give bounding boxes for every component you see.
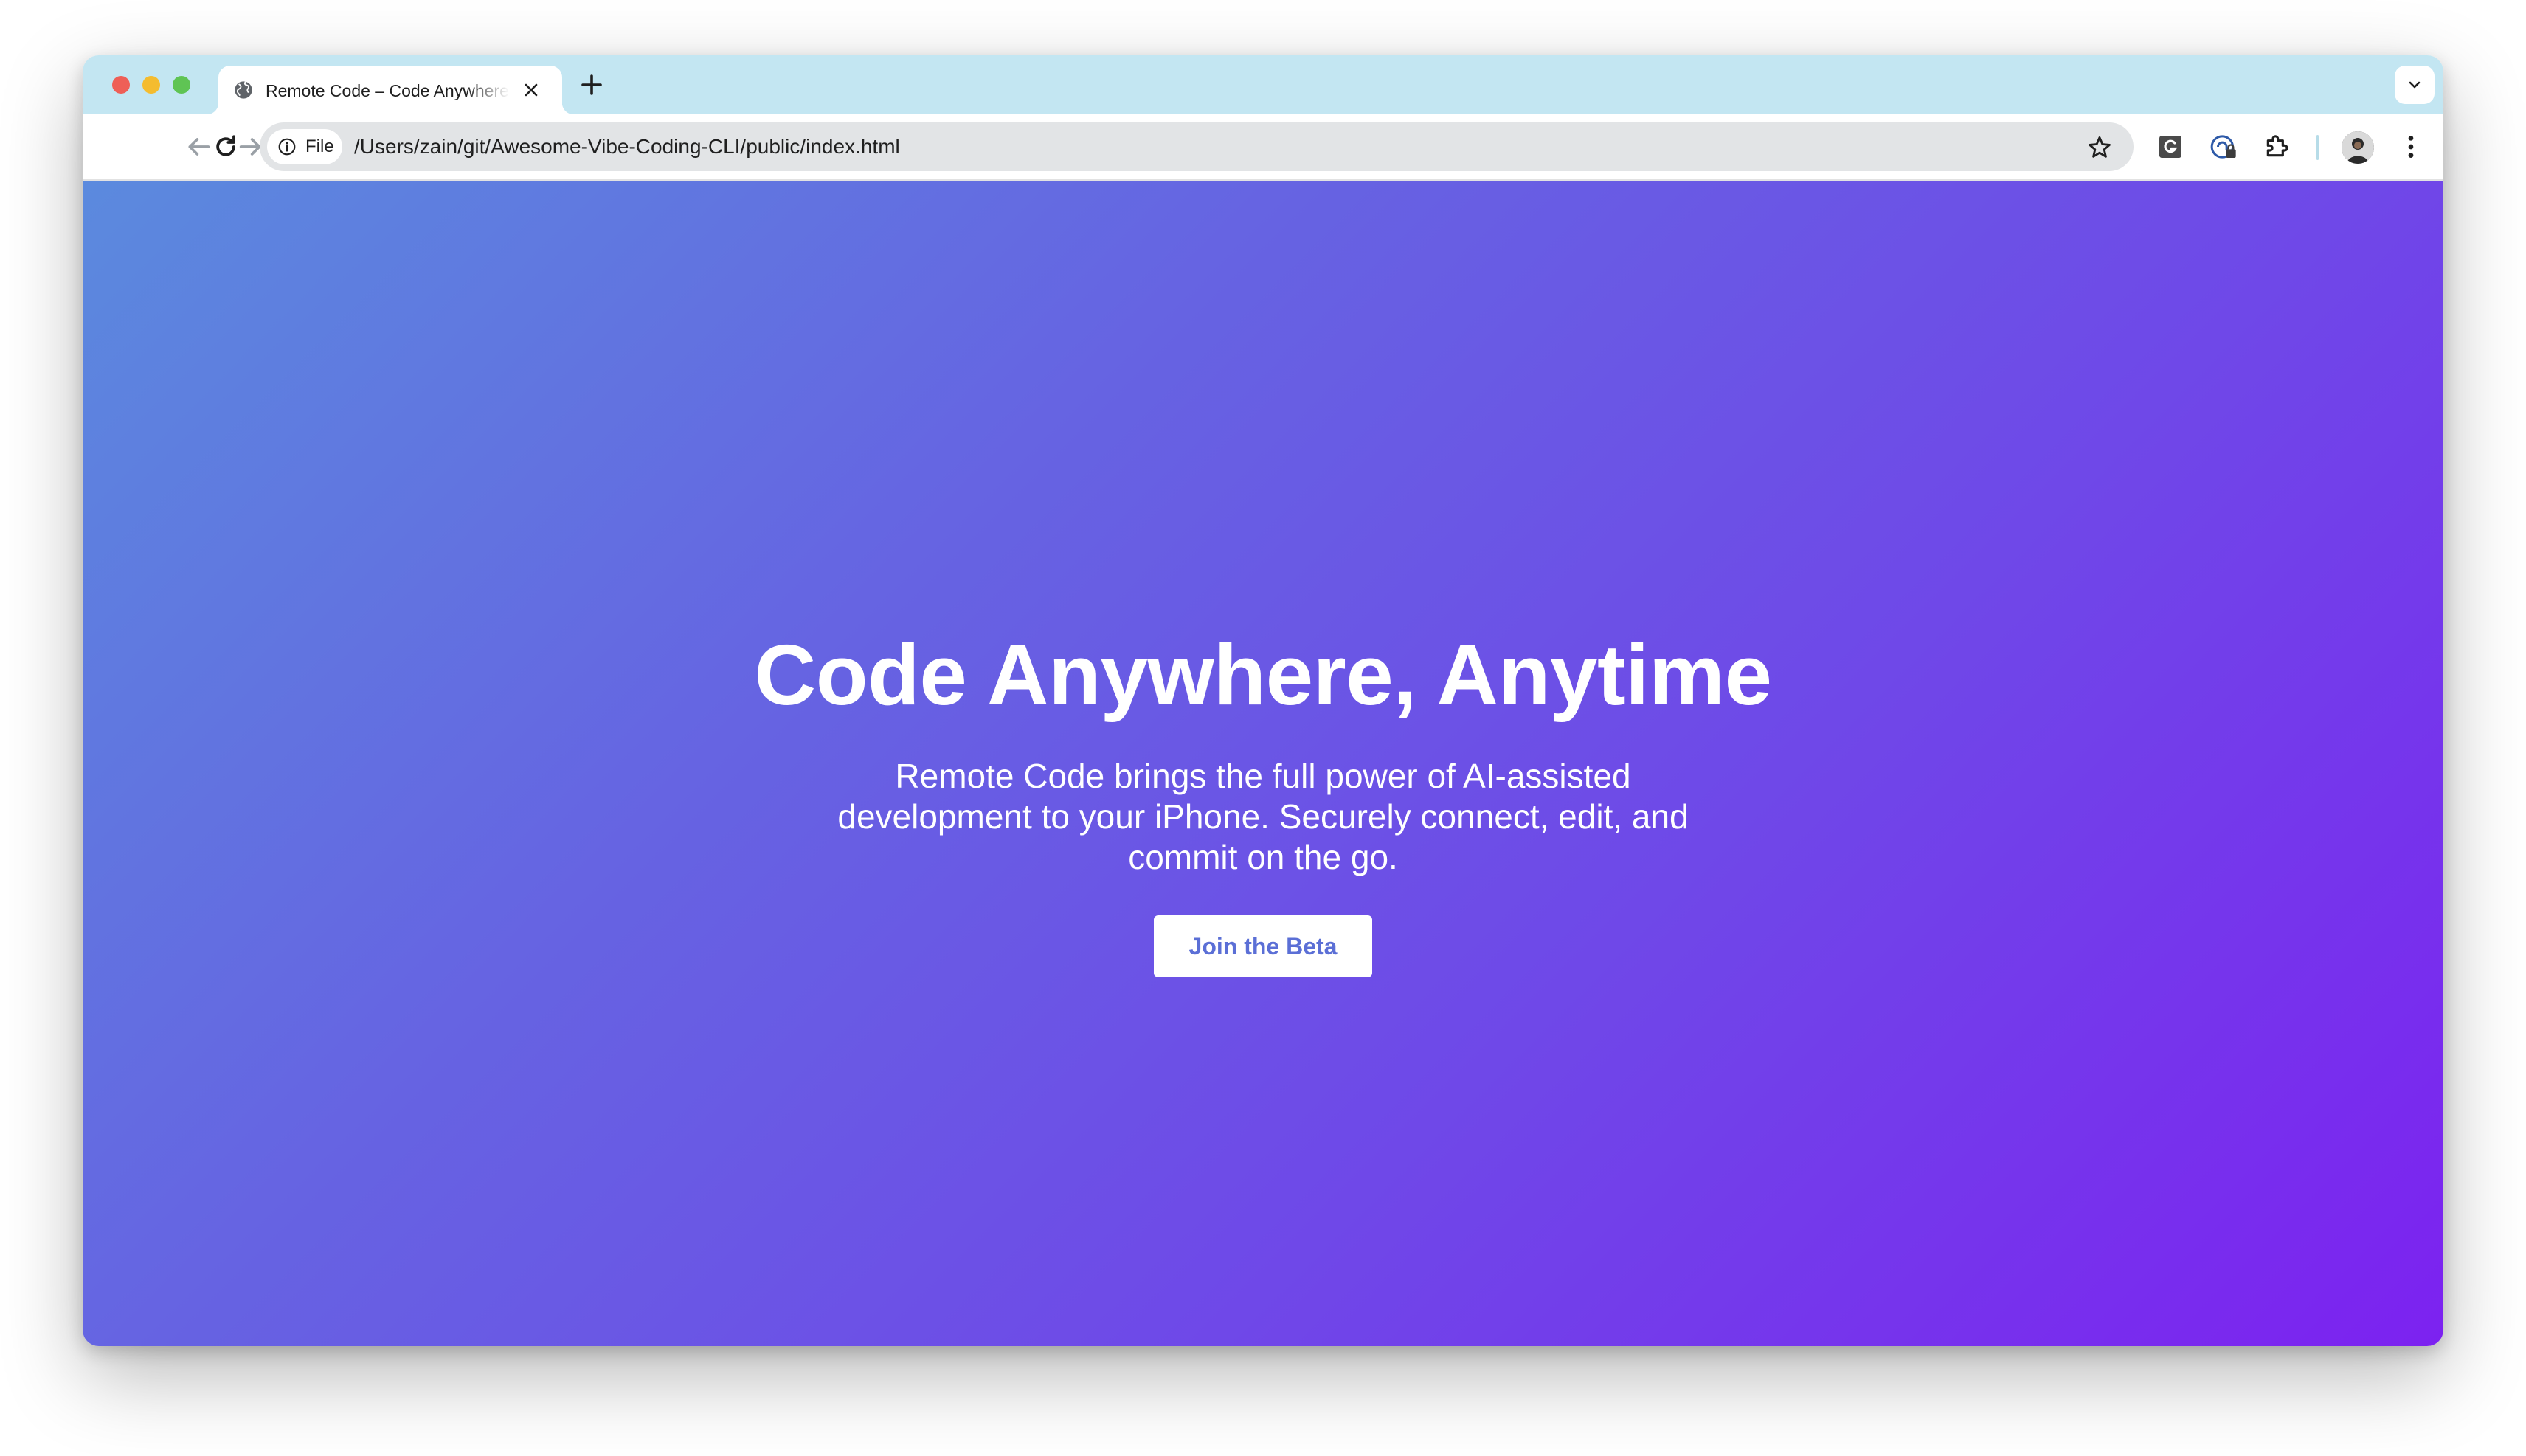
join-beta-button[interactable]: Join the Beta — [1154, 915, 1372, 977]
url-text[interactable]: /Users/zain/git/Awesome-Vibe-Coding-CLI/… — [354, 122, 900, 171]
toolbar-divider — [2316, 135, 2319, 160]
address-bar[interactable]: File /Users/zain/git/Awesome-Vibe-Coding… — [260, 122, 2134, 171]
password-manager-icon[interactable] — [2209, 132, 2238, 162]
bookmark-star-icon[interactable] — [2086, 134, 2113, 161]
minimize-window-button[interactable] — [142, 76, 160, 94]
new-tab-icon[interactable] — [578, 72, 605, 98]
page-hero-section: Code Anywhere, Anytime Remote Code bring… — [83, 181, 2443, 1346]
site-chip-label: File — [305, 136, 334, 156]
tab-active[interactable]: Remote Code – Code Anywhere, Anytime — [207, 66, 574, 114]
more-menu-icon[interactable] — [2396, 132, 2426, 162]
browser-window: Remote Code – Code Anywhere, Anytime — [83, 55, 2443, 1346]
hero-subtitle: Remote Code brings the full power of AI-… — [837, 757, 1689, 876]
tab-strip: Remote Code – Code Anywhere, Anytime — [83, 55, 2443, 114]
extensions-puzzle-icon[interactable] — [2262, 132, 2291, 162]
tab-search-button[interactable] — [2395, 66, 2435, 104]
info-icon — [278, 138, 296, 156]
browser-toolbar: File /Users/zain/git/Awesome-Vibe-Coding… — [83, 114, 2443, 181]
reload-button[interactable] — [211, 132, 241, 162]
globe-icon — [235, 81, 252, 99]
chevron-down-icon — [2409, 81, 2421, 89]
grammarly-icon[interactable] — [2156, 132, 2185, 162]
avatar-icon — [2342, 131, 2374, 164]
close-tab-icon[interactable] — [522, 81, 540, 99]
tab-title: Remote Code – Code Anywhere, Anytime — [266, 81, 509, 100]
site-info-chip[interactable]: File — [267, 129, 342, 164]
profile-avatar[interactable] — [2342, 131, 2374, 164]
hero-title: Code Anywhere, Anytime — [754, 627, 1772, 723]
close-window-button[interactable] — [112, 76, 130, 94]
maximize-window-button[interactable] — [173, 76, 190, 94]
back-arrow-icon[interactable] — [184, 132, 213, 162]
